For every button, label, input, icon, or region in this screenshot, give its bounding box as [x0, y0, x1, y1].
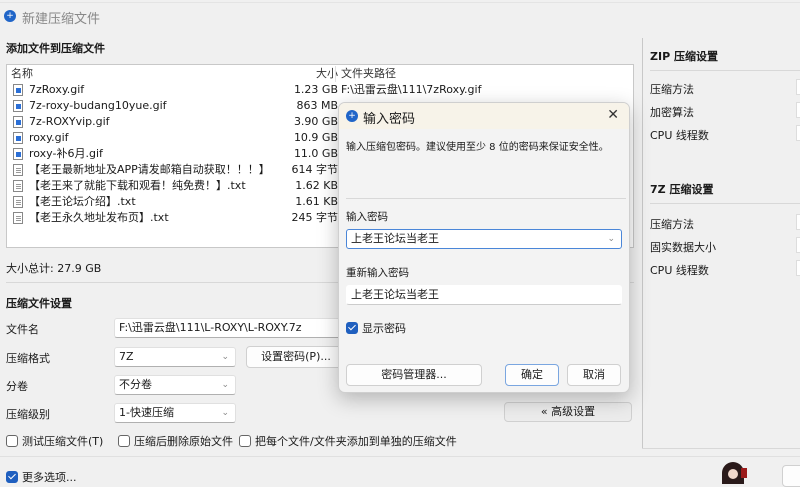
format-label: 压缩格式	[6, 352, 50, 365]
text-file-icon	[13, 180, 23, 192]
password-label: 输入密码	[346, 211, 388, 223]
file-name: 【老王永久地址发布页】.txt	[29, 211, 169, 224]
file-name: 【老王来了就能下载和观看！纯免费！】.txt	[29, 179, 246, 192]
file-path: F:\迅雷云盘\111\7zRoxy.gif	[341, 83, 482, 96]
window-title: 新建压缩文件	[22, 12, 101, 27]
separate-archives-checkbox[interactable]: 把每个文件/文件夹添加到单独的压缩文件	[239, 433, 457, 449]
setting-label: 加密算法	[650, 106, 694, 119]
7z-settings-title: 7Z 压缩设置	[650, 183, 714, 196]
file-size: 1.62 KB	[295, 179, 338, 192]
split-label: 分卷	[6, 380, 28, 393]
level-label: 压缩级别	[6, 408, 50, 421]
confirm-password-input[interactable]: 上老王论坛当老王	[346, 285, 622, 305]
file-name: roxy-补6月.gif	[29, 147, 103, 160]
image-file-icon	[13, 148, 23, 160]
file-name: roxy.gif	[29, 131, 69, 144]
confirm-password-label: 重新输入密码	[346, 267, 409, 279]
file-name: 【老王最新地址及APP请发邮箱自动获取！！！】....	[29, 163, 269, 176]
more-options-checkbox[interactable]: 更多选项...	[6, 469, 77, 485]
file-size: 614 字节	[291, 163, 339, 176]
column-name[interactable]: 名称	[11, 66, 33, 82]
filename-label: 文件名	[6, 323, 39, 336]
text-file-icon	[13, 212, 23, 224]
file-size: 1.61 KB	[295, 195, 338, 208]
setting-label: 压缩方法	[650, 218, 694, 231]
settings-title: 压缩文件设置	[6, 297, 72, 310]
file-size: 11.0 GB	[293, 147, 338, 160]
bottom-button[interactable]	[782, 465, 800, 487]
close-icon[interactable]: ✕	[607, 107, 619, 123]
filename-input[interactable]: F:\迅雷云盘\111\L-ROXY\L-ROXY.7z	[114, 318, 344, 338]
separate-label: 把每个文件/文件夹添加到单独的压缩文件	[255, 435, 457, 448]
advanced-settings-button[interactable]: « 高级设置	[504, 402, 632, 422]
ok-button[interactable]: 确定	[505, 364, 559, 386]
password-value: 上老王论坛当老王	[351, 232, 439, 245]
right-panel-border	[642, 38, 643, 448]
test-archive-label: 测试压缩文件(T)	[22, 435, 104, 448]
password-dialog: + 输入密码 ✕ 输入压缩包密码。建议使用至少 8 位的密码来保证安全性。 输入…	[338, 102, 630, 393]
setting-select[interactable]	[796, 237, 800, 253]
file-name: 7zRoxy.gif	[29, 83, 85, 96]
chevron-down-icon: ⌄	[221, 352, 229, 362]
file-size: 863 MB	[296, 99, 338, 112]
setting-select[interactable]	[796, 214, 800, 230]
setting-label: 固实数据大小	[650, 241, 716, 254]
image-file-icon	[13, 132, 23, 144]
zip-settings-title: ZIP 压缩设置	[650, 50, 718, 63]
file-size: 10.9 GB	[293, 131, 338, 144]
dialog-title: 输入密码	[363, 112, 416, 127]
setting-select[interactable]	[796, 102, 800, 118]
split-select[interactable]: 不分卷 ⌄	[114, 375, 236, 395]
password-manager-button[interactable]: 密码管理器...	[346, 364, 482, 386]
file-name: 7z-ROXYvip.gif	[29, 115, 110, 128]
format-select[interactable]: 7Z ⌄	[114, 347, 236, 367]
app-icon: +	[346, 110, 358, 122]
app-icon: +	[4, 10, 16, 22]
file-name: 【老王论坛介绍】.txt	[29, 195, 136, 208]
setting-label: CPU 线程数	[650, 129, 709, 142]
setting-label: CPU 线程数	[650, 264, 709, 277]
dialog-description: 输入压缩包密码。建议使用至少 8 位的密码来保证安全性。	[346, 142, 609, 153]
text-file-icon	[13, 196, 23, 208]
chevron-down-icon: ⌄	[221, 408, 229, 418]
level-select[interactable]: 1-快速压缩 ⌄	[114, 403, 236, 423]
level-value: 1-快速压缩	[119, 406, 174, 419]
more-options-label: 更多选项...	[22, 471, 77, 484]
list-header: 名称 大小 文件夹路径	[7, 66, 633, 82]
show-password-label: 显示密码	[362, 322, 406, 335]
text-file-icon	[13, 164, 23, 176]
test-archive-checkbox[interactable]: 测试压缩文件(T)	[6, 433, 103, 449]
column-path[interactable]: 文件夹路径	[341, 66, 396, 82]
file-row[interactable]: 7zRoxy.gif 1.23 GB F:\迅雷云盘\111\7zRoxy.gif	[7, 82, 633, 98]
file-name: 7z-roxy-budang10yue.gif	[29, 99, 167, 112]
set-password-button[interactable]: 设置密码(P)...	[246, 346, 346, 368]
show-password-checkbox[interactable]: 显示密码	[346, 320, 406, 336]
file-size: 1.23 GB	[293, 83, 338, 96]
image-file-icon	[13, 116, 23, 128]
total-size: 大小总计: 27.9 GB	[6, 262, 102, 275]
delete-after-label: 压缩后删除原始文件	[134, 435, 233, 448]
format-value: 7Z	[119, 350, 134, 363]
setting-select[interactable]	[796, 260, 800, 276]
dialog-titlebar: + 输入密码 ✕	[339, 103, 629, 129]
split-value: 不分卷	[119, 378, 152, 391]
file-size: 3.90 GB	[293, 115, 338, 128]
cancel-button[interactable]: 取消	[567, 364, 621, 386]
delete-after-checkbox[interactable]: 压缩后删除原始文件	[118, 433, 233, 449]
password-input[interactable]: 上老王论坛当老王 ⌄	[346, 229, 622, 249]
files-section-title: 添加文件到压缩文件	[6, 42, 105, 55]
chevron-down-icon: ⌄	[221, 380, 229, 390]
chevron-down-icon[interactable]: ⌄	[607, 230, 615, 248]
setting-select[interactable]	[796, 79, 800, 95]
image-file-icon	[13, 100, 23, 112]
image-file-icon	[13, 84, 23, 96]
file-size: 245 字节	[291, 211, 339, 224]
setting-label: 压缩方法	[650, 83, 694, 96]
setting-select[interactable]	[796, 125, 800, 141]
